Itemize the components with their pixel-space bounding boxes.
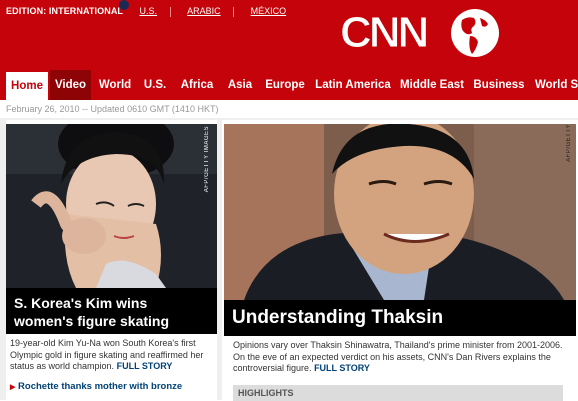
related-story-label: Rochette thanks mother with bronze [18, 381, 183, 392]
nav-middle-east[interactable]: Middle East [398, 70, 466, 100]
nav-europe[interactable]: Europe [262, 70, 308, 100]
right-story-headline[interactable]: Understanding Thaksin [224, 300, 576, 336]
edition-arabic-link[interactable]: ARABIC [187, 6, 221, 16]
cnn-logo[interactable]: CNN [339, 8, 429, 58]
nav-africa[interactable]: Africa [176, 70, 218, 100]
nav-us[interactable]: U.S. [139, 70, 171, 100]
left-story-photo[interactable] [6, 124, 217, 288]
right-story-summary: Opinions vary over Thaksin Shinawatra, T… [233, 340, 563, 375]
left-full-story-link[interactable]: FULL STORY [117, 361, 173, 371]
thaksin-image [224, 124, 576, 300]
right-full-story-link[interactable]: FULL STORY [314, 363, 370, 373]
update-timestamp: February 26, 2010 -- Updated 0610 GMT (1… [6, 104, 219, 114]
globe-icon [451, 9, 499, 57]
edition-label: EDITION: INTERNATIONAL [6, 6, 124, 16]
edition-mexico-link[interactable]: MÉXICO [251, 6, 287, 16]
main-nav: Home Video World U.S. Africa Asia Europe… [0, 70, 578, 101]
nav-world[interactable]: World [95, 70, 135, 100]
left-photo-credit: AFP/GETTY IMAGES [204, 126, 210, 193]
arrow-right-icon: ▶ [10, 384, 16, 391]
site-header: EDITION: INTERNATIONAL U.S. ARABIC MÉXIC… [0, 0, 578, 70]
skater-image [6, 124, 217, 288]
related-story-link[interactable]: ▶ Rochette thanks mother with bronze [10, 381, 182, 392]
divider [233, 6, 235, 17]
divider [169, 6, 171, 17]
nav-asia[interactable]: Asia [223, 70, 257, 100]
edition-us-link[interactable]: U.S. [140, 6, 158, 16]
nav-business[interactable]: Business [471, 70, 527, 100]
nav-world-sport[interactable]: World S [535, 70, 578, 100]
highlights-header: HIGHLIGHTS [233, 385, 563, 401]
right-story-body: Opinions vary over Thaksin Shinawatra, T… [233, 340, 563, 373]
edition-selector: EDITION: INTERNATIONAL U.S. ARABIC MÉXIC… [6, 6, 286, 17]
left-story-summary: 19-year-old Kim Yu-Na won South Korea's … [10, 338, 215, 373]
nav-video[interactable]: Video [50, 70, 91, 100]
nav-home[interactable]: Home [6, 70, 48, 101]
nav-latin-america[interactable]: Latin America [313, 70, 393, 100]
edition-indicator-icon [119, 0, 129, 10]
left-story-body: 19-year-old Kim Yu-Na won South Korea's … [10, 338, 204, 371]
left-story-headline[interactable]: S. Korea's Kim wins women's figure skati… [6, 288, 217, 334]
right-story-photo[interactable] [224, 124, 576, 300]
right-photo-credit: AFP/GETTY [566, 124, 572, 162]
